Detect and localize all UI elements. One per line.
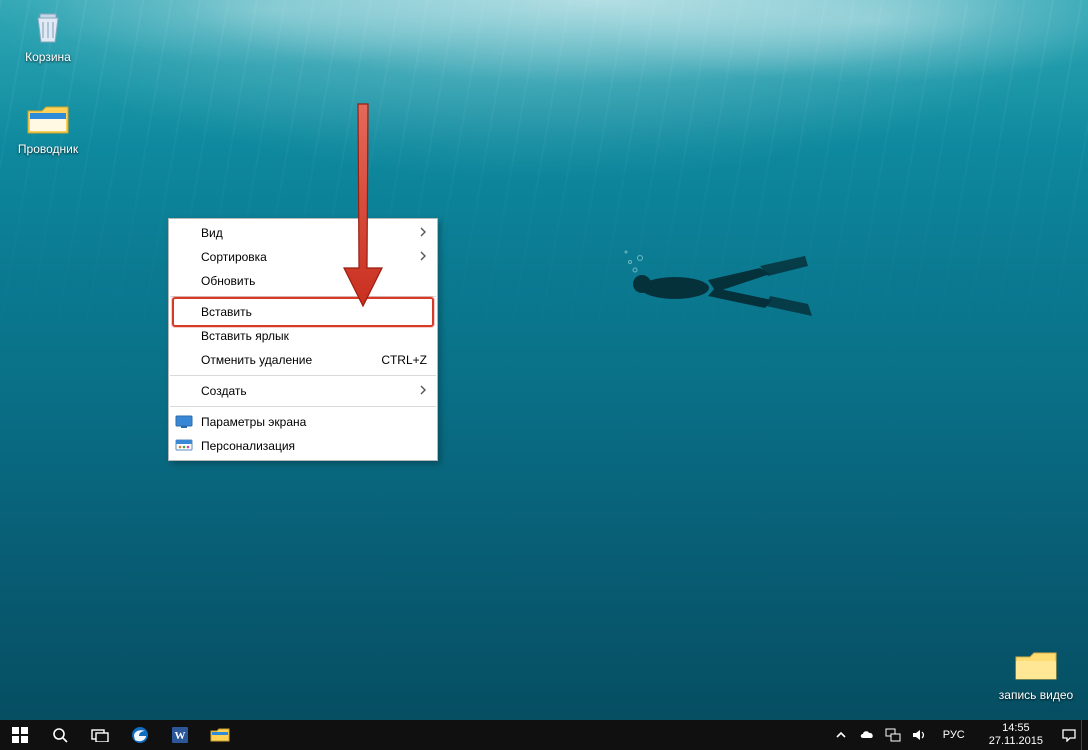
menu-item-new[interactable]: Создать: [169, 379, 437, 403]
file-explorer-icon: [24, 100, 72, 140]
desktop-context-menu: Вид Сортировка Обновить Вставить Вставит…: [168, 218, 438, 461]
tray-chevron-up-icon[interactable]: [833, 727, 849, 743]
desktop-icon-label: Корзина: [8, 50, 88, 64]
menu-item-label: Вставить: [201, 305, 427, 319]
tray-language[interactable]: РУС: [937, 729, 971, 741]
menu-item-label: Сортировка: [201, 250, 417, 264]
taskbar-app-edge[interactable]: [120, 720, 160, 750]
menu-separator: [170, 406, 436, 407]
menu-item-undo-delete[interactable]: Отменить удаление CTRL+Z: [169, 348, 437, 372]
menu-item-refresh[interactable]: Обновить: [169, 269, 437, 293]
personalize-icon: [175, 439, 193, 453]
menu-item-label: Обновить: [201, 274, 427, 288]
menu-item-display-settings[interactable]: Параметры экрана: [169, 410, 437, 434]
wallpaper-rays: [0, 0, 1088, 360]
menu-item-paste-shortcut[interactable]: Вставить ярлык: [169, 324, 437, 348]
menu-item-label: Отменить удаление: [201, 353, 371, 367]
windows-logo-icon: [12, 727, 28, 743]
word-icon: W: [170, 725, 190, 745]
tray-language-label: РУС: [943, 729, 965, 741]
menu-item-label: Параметры экрана: [201, 415, 427, 429]
menu-item-view[interactable]: Вид: [169, 221, 437, 245]
taskbar-spacer: [240, 720, 825, 750]
tray-clock[interactable]: 14:55 27.11.2015: [981, 720, 1051, 750]
desktop-icon-label: Проводник: [8, 142, 88, 156]
start-button[interactable]: [0, 720, 40, 750]
chevron-right-icon: [417, 226, 427, 240]
menu-item-label: Вид: [201, 226, 417, 240]
file-explorer-icon: [210, 726, 230, 744]
folder-icon: [1012, 646, 1060, 686]
tray-network-icon[interactable]: [885, 727, 901, 743]
menu-separator: [170, 375, 436, 376]
menu-item-sort[interactable]: Сортировка: [169, 245, 437, 269]
tray-action-center-icon[interactable]: [1061, 727, 1077, 743]
show-desktop-button[interactable]: [1081, 720, 1088, 750]
desktop-icon-explorer[interactable]: Проводник: [8, 100, 88, 156]
system-tray: РУС 14:55 27.11.2015: [825, 720, 1081, 750]
edge-icon: [130, 725, 150, 745]
tray-onedrive-icon[interactable]: [859, 727, 875, 743]
menu-item-personalize[interactable]: Персонализация: [169, 434, 437, 458]
task-view-icon: [91, 728, 109, 742]
menu-separator: [170, 296, 436, 297]
tray-volume-icon[interactable]: [911, 727, 927, 743]
desktop-icon-recycle-bin[interactable]: Корзина: [8, 8, 88, 64]
menu-item-label: Персонализация: [201, 439, 427, 453]
taskbar: W РУС 14:: [0, 720, 1088, 750]
chevron-right-icon: [417, 250, 427, 264]
menu-item-label: Создать: [201, 384, 417, 398]
menu-item-shortcut: CTRL+Z: [381, 353, 427, 367]
display-settings-icon: [175, 415, 193, 429]
desktop-icon-video-folder[interactable]: запись видео: [996, 646, 1076, 702]
recycle-bin-icon: [24, 8, 72, 48]
chevron-right-icon: [417, 384, 427, 398]
svg-text:W: W: [175, 730, 186, 742]
tray-date: 27.11.2015: [989, 735, 1043, 748]
taskbar-app-word[interactable]: W: [160, 720, 200, 750]
menu-item-label: Вставить ярлык: [201, 329, 427, 343]
tray-time: 14:55: [989, 722, 1043, 735]
desktop-wallpaper[interactable]: [0, 0, 1088, 720]
task-view-button[interactable]: [80, 720, 120, 750]
menu-item-paste[interactable]: Вставить: [169, 300, 437, 324]
search-button[interactable]: [40, 720, 80, 750]
desktop-icon-label: запись видео: [996, 688, 1076, 702]
search-icon: [52, 727, 68, 743]
taskbar-app-file-explorer[interactable]: [200, 720, 240, 750]
